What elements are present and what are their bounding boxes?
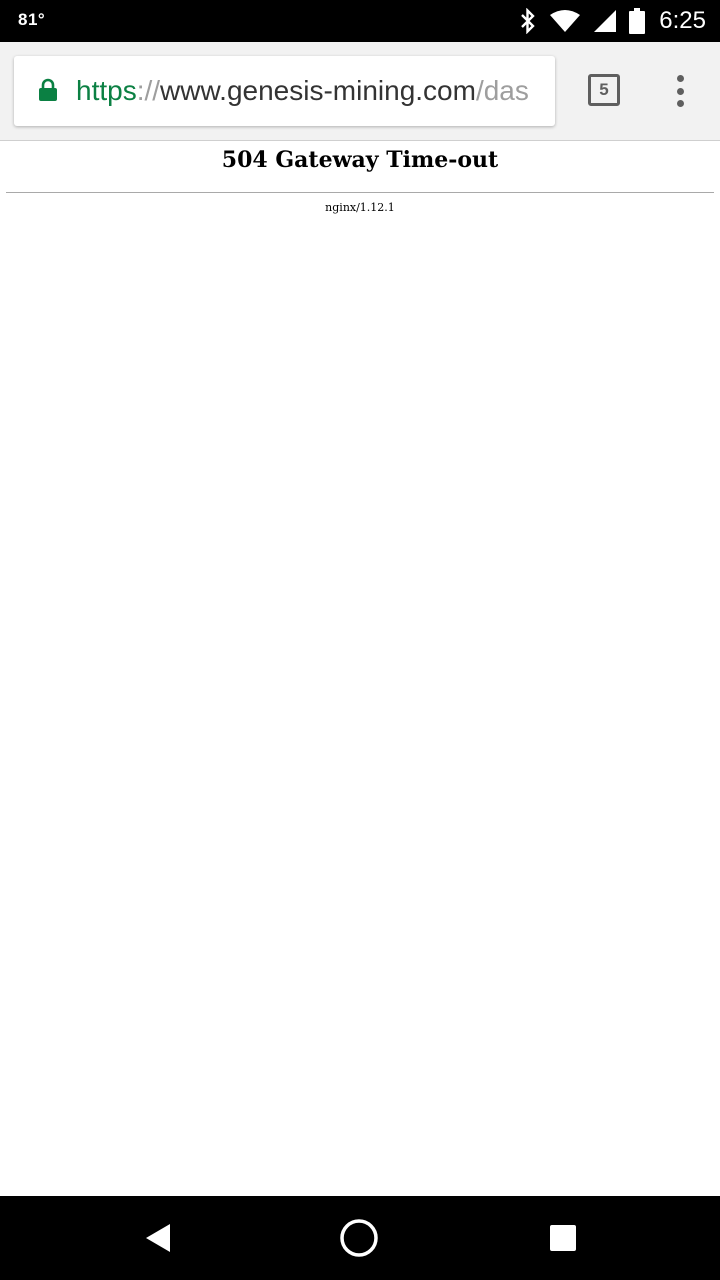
server-signature: nginx/1.12.1 bbox=[325, 201, 395, 214]
url-bar[interactable]: https://www.genesis-mining.com/das bbox=[14, 56, 555, 126]
status-icons: 6:25 bbox=[519, 0, 706, 42]
battery-icon bbox=[629, 8, 646, 34]
browser-toolbar: https://www.genesis-mining.com/das 5 bbox=[0, 42, 720, 141]
url-path: /das bbox=[475, 75, 529, 106]
tab-count: 5 bbox=[599, 80, 609, 99]
menu-dot bbox=[676, 75, 684, 82]
recents-icon[interactable] bbox=[541, 1216, 585, 1260]
overflow-menu-icon[interactable] bbox=[666, 72, 694, 110]
url-scheme: https bbox=[76, 75, 137, 106]
screen: 81° 6:25 https://www.genesis-mining.com/… bbox=[0, 0, 720, 1280]
tab-switcher-button[interactable]: 5 bbox=[588, 74, 620, 106]
divider bbox=[6, 192, 714, 193]
navigation-bar bbox=[0, 1196, 720, 1280]
web-page: 504 Gateway Time-out nginx/1.12.1 bbox=[0, 141, 720, 1196]
lock-icon[interactable] bbox=[38, 78, 58, 107]
clock: 6:25 bbox=[659, 7, 706, 34]
url-host: www.genesis-mining.com bbox=[160, 75, 476, 106]
error-title: 504 Gateway Time-out bbox=[221, 147, 499, 173]
bluetooth-icon bbox=[519, 8, 537, 34]
home-icon[interactable] bbox=[337, 1216, 381, 1260]
wifi-icon bbox=[549, 9, 581, 33]
menu-dot bbox=[676, 87, 684, 95]
url-separator: :// bbox=[136, 75, 161, 106]
temperature-indicator: 81° bbox=[18, 10, 46, 29]
menu-dot bbox=[676, 100, 684, 107]
back-icon[interactable] bbox=[136, 1216, 180, 1260]
url-text[interactable]: https://www.genesis-mining.com/das bbox=[76, 73, 546, 109]
cell-signal-icon bbox=[593, 9, 617, 33]
status-bar: 81° 6:25 bbox=[0, 0, 720, 42]
